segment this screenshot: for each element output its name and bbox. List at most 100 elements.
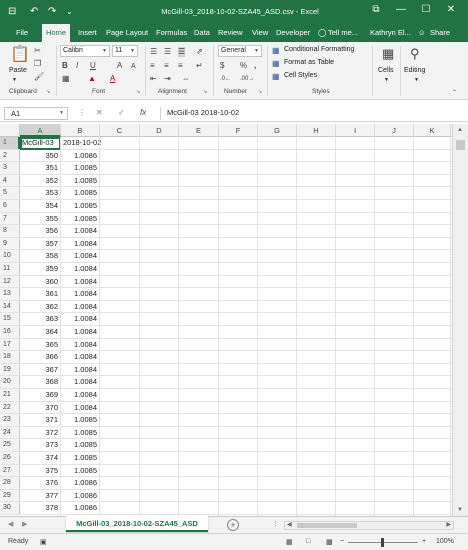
qat-more-icon[interactable]: ⌄ — [66, 5, 73, 19]
zoom-level[interactable]: 100% — [436, 538, 454, 545]
cell-a18[interactable]: 366 — [20, 351, 61, 363]
save-icon[interactable]: ⊟ — [8, 5, 16, 19]
cell-a25[interactable]: 373 — [20, 439, 61, 451]
cell-b23[interactable]: 1.0085 — [61, 414, 100, 426]
row-header[interactable]: 15 — [0, 313, 20, 325]
align-right-icon[interactable]: ≡ — [178, 61, 183, 71]
share-button[interactable]: Share — [430, 24, 450, 42]
cell-a15[interactable]: 363 — [20, 313, 61, 325]
vertical-scrollbar[interactable]: ▲ ▼ — [452, 124, 468, 516]
add-sheet-button[interactable]: + — [227, 519, 239, 531]
row-header[interactable]: 24 — [0, 426, 20, 439]
copy-icon[interactable]: ❐ — [34, 59, 41, 69]
shrink-font-button[interactable]: A — [131, 62, 136, 72]
alignment-launcher-icon[interactable]: ↘ — [203, 89, 207, 95]
cell-b14[interactable]: 1.0084 — [61, 301, 100, 313]
cell-b4[interactable]: 1.0085 — [61, 175, 100, 187]
merge-center-icon[interactable]: ⇔ — [182, 74, 190, 84]
cell-a17[interactable]: 365 — [20, 339, 61, 351]
cell-b18[interactable]: 1.0084 — [61, 351, 100, 363]
font-name-select[interactable]: Calibri ▼ — [60, 45, 110, 57]
row-header[interactable]: 2 — [0, 149, 20, 162]
cell-b1[interactable]: 2018-10-02 — [61, 137, 101, 149]
scroll-up-icon[interactable]: ▲ — [457, 127, 463, 133]
cell-b13[interactable]: 1.0084 — [61, 288, 100, 300]
zoom-slider[interactable] — [348, 538, 418, 547]
cells-icon[interactable]: ▦ — [382, 46, 394, 62]
number-format-select[interactable]: General ▼ — [218, 45, 262, 57]
column-header-i[interactable]: I — [336, 124, 375, 137]
cell-b25[interactable]: 1.0085 — [61, 439, 100, 451]
user-name[interactable]: Kathryn El... — [370, 24, 411, 42]
paste-icon[interactable]: 📋 — [10, 46, 30, 64]
column-header-f[interactable]: F — [219, 124, 258, 137]
tab-data[interactable]: Data — [194, 24, 210, 42]
font-size-select[interactable]: 11 ▼ — [112, 45, 138, 57]
tab-page-layout[interactable]: Page Layout — [106, 24, 148, 42]
increase-indent-icon[interactable]: ⇥ — [164, 74, 171, 84]
conditional-formatting-button[interactable]: Conditional Formatting — [284, 46, 354, 53]
cell-b22[interactable]: 1.0084 — [61, 402, 100, 414]
undo-icon[interactable]: ↶ — [30, 5, 38, 19]
cell-a26[interactable]: 374 — [20, 452, 61, 464]
horizontal-scrollbar[interactable]: ◀ ▶ — [284, 521, 454, 530]
cell-a5[interactable]: 353 — [20, 187, 61, 199]
row-header[interactable]: 22 — [0, 401, 20, 414]
cell-b26[interactable]: 1.0085 — [61, 452, 100, 464]
row-header[interactable]: 23 — [0, 414, 20, 426]
cell-a27[interactable]: 375 — [20, 465, 61, 477]
column-header-b[interactable]: B — [61, 124, 100, 137]
column-header-j[interactable]: J — [375, 124, 414, 137]
cell-a21[interactable]: 369 — [20, 389, 61, 401]
cell-b9[interactable]: 1.0084 — [61, 238, 100, 250]
row-header[interactable]: 1 — [0, 137, 20, 149]
row-header[interactable]: 28 — [0, 477, 20, 489]
bold-button[interactable]: B — [62, 61, 68, 71]
row-header[interactable]: 6 — [0, 200, 20, 212]
cells-button[interactable]: Cells — [378, 67, 394, 74]
row-header[interactable]: 13 — [0, 288, 20, 300]
cell-a10[interactable]: 358 — [20, 250, 61, 262]
scroll-left-icon[interactable]: ◀ — [287, 521, 292, 528]
cell-a14[interactable]: 362 — [20, 301, 61, 313]
collapse-ribbon-icon[interactable]: ⌃ — [452, 88, 457, 98]
column-header-g[interactable]: G — [258, 124, 297, 137]
maximize-icon[interactable]: ☐ — [416, 4, 436, 15]
cell-b20[interactable]: 1.0084 — [61, 376, 100, 388]
align-top-icon[interactable]: ☰ — [150, 47, 157, 57]
row-header[interactable]: 7 — [0, 212, 20, 225]
decrease-indent-icon[interactable]: ⇤ — [150, 74, 157, 84]
format-painter-icon[interactable]: 🖌 — [34, 72, 44, 82]
tab-review[interactable]: Review — [218, 24, 243, 42]
row-header[interactable]: 10 — [0, 250, 20, 262]
clipboard-launcher-icon[interactable]: ↘ — [46, 89, 50, 95]
ribbon-display-icon[interactable]: ⧉ — [366, 4, 386, 15]
sheet-prev-icon[interactable]: ◀ — [8, 520, 13, 528]
cell-a16[interactable]: 364 — [20, 326, 61, 338]
scroll-thumb[interactable] — [456, 140, 465, 150]
font-color-icon[interactable]: A — [110, 74, 115, 84]
sheet-tab-active[interactable]: McGill-03_2018-10-02-SZA45_ASD — [66, 516, 208, 532]
wrap-text-icon[interactable]: ↵ — [196, 61, 203, 71]
cell-b24[interactable]: 1.0085 — [61, 427, 100, 439]
cell-b29[interactable]: 1.0086 — [61, 490, 100, 502]
zoom-slider-knob[interactable] — [381, 538, 384, 547]
row-header[interactable]: 17 — [0, 338, 20, 351]
page-break-view-icon[interactable]: ▩ — [326, 538, 333, 546]
editing-button[interactable]: Editing — [404, 67, 425, 74]
format-as-table-icon[interactable]: ▦ — [272, 59, 280, 69]
cell-a29[interactable]: 377 — [20, 490, 61, 502]
row-header[interactable]: 18 — [0, 351, 20, 363]
row-header[interactable]: 4 — [0, 174, 20, 187]
editing-dropdown-icon[interactable]: ▼ — [414, 77, 419, 83]
orientation-icon[interactable]: ⇗ — [196, 47, 203, 57]
cell-a20[interactable]: 368 — [20, 376, 61, 388]
cell-b3[interactable]: 1.0085 — [61, 162, 100, 174]
hscroll-thumb[interactable] — [297, 523, 357, 528]
find-icon[interactable]: ⚲ — [410, 46, 420, 62]
cell-b28[interactable]: 1.0086 — [61, 477, 100, 489]
cell-a9[interactable]: 357 — [20, 238, 61, 250]
tab-home[interactable]: Home — [42, 24, 71, 42]
tab-file[interactable]: File — [16, 24, 28, 42]
cells-dropdown-icon[interactable]: ▼ — [384, 77, 389, 83]
